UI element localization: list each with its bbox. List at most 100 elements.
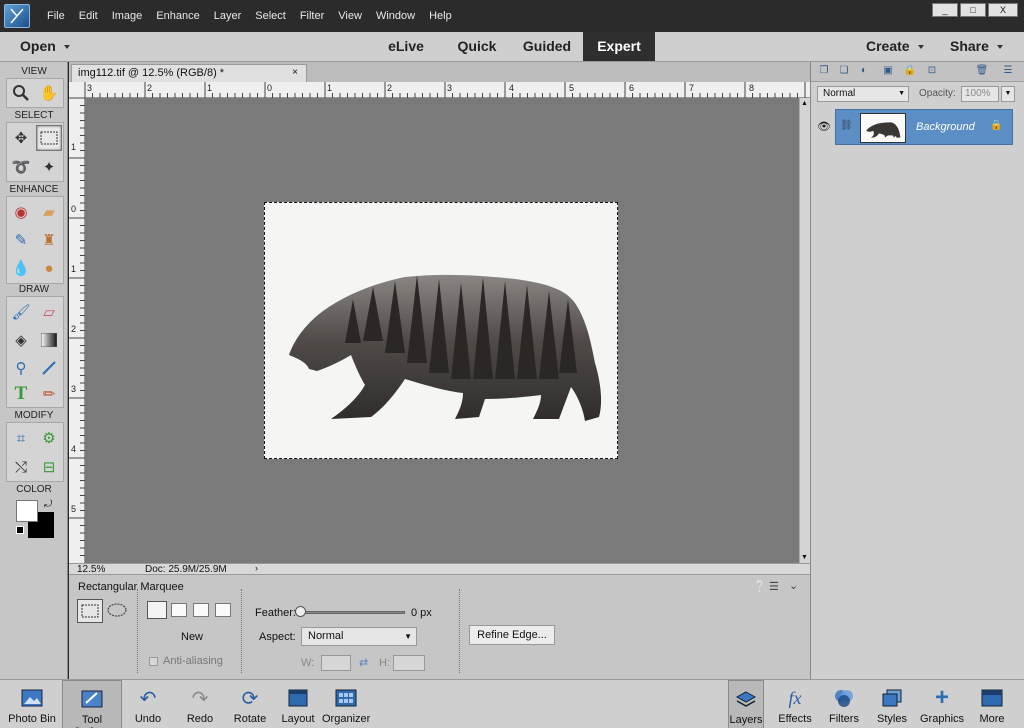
menu-filter[interactable]: Filter (293, 0, 331, 32)
feather-slider-track[interactable] (295, 611, 405, 614)
width-input[interactable] (321, 655, 351, 671)
collapse-chevron-icon[interactable]: ⌄ (789, 579, 798, 592)
menu-edit[interactable]: Edit (72, 0, 105, 32)
layers-button[interactable]: Layers (728, 680, 764, 728)
recompose-tool[interactable]: ⚙ (36, 425, 62, 451)
undo-button[interactable]: ↶ Undo (128, 680, 168, 728)
menu-help[interactable]: Help (422, 0, 459, 32)
filters-button[interactable]: Filters (824, 680, 864, 728)
lock-all-icon[interactable]: 🔒 (903, 65, 917, 77)
add-selection-button[interactable] (171, 603, 187, 617)
scroll-up-icon[interactable]: ▲ (801, 100, 808, 107)
tab-elive[interactable]: eLive (378, 32, 434, 61)
panel-menu-icon[interactable]: ☰ (1001, 65, 1015, 77)
share-button[interactable]: Share (950, 32, 1016, 61)
canvas-area[interactable] (85, 98, 799, 563)
zoom-tool[interactable] (8, 80, 34, 106)
tool-options-button[interactable]: Tool Options (62, 680, 122, 728)
crop-tool[interactable]: ⌗ (8, 425, 34, 451)
vertical-scrollbar[interactable]: ▲ ▼ (799, 98, 810, 563)
menu-image[interactable]: Image (105, 0, 150, 32)
ellipse-marquee-option[interactable] (105, 599, 131, 623)
height-input[interactable] (393, 655, 425, 671)
delete-layer-icon[interactable]: 🗑 (975, 65, 989, 77)
refine-edge-button[interactable]: Refine Edge... (469, 625, 555, 645)
document-image-selection[interactable] (264, 202, 618, 459)
rectangular-marquee-tool[interactable] (36, 125, 62, 151)
eyedropper-tool[interactable]: ⚲ (8, 355, 34, 381)
styles-button[interactable]: Styles (872, 680, 912, 728)
opacity-dropdown-icon[interactable]: ▼ (1001, 86, 1015, 102)
new-layer-icon[interactable]: ❐ (817, 65, 831, 77)
lock-transparent-icon[interactable]: ⊡ (925, 65, 939, 77)
new-group-icon[interactable]: ❏ (837, 65, 851, 77)
adjustment-layer-icon[interactable]: ◐ (857, 65, 871, 77)
panel-menu-icon[interactable]: ☰ (769, 580, 779, 593)
subtract-selection-button[interactable] (193, 603, 209, 617)
layer-row-background[interactable]: ⛓ Background 🔒 (835, 109, 1013, 145)
status-menu-icon[interactable]: › (255, 563, 258, 573)
swap-dimensions-icon[interactable]: ⇄ (359, 656, 368, 669)
swap-colors-icon[interactable]: ⤾ (44, 499, 52, 510)
healing-brush-tool[interactable]: ▰ (36, 199, 62, 225)
layer-mask-icon[interactable]: ▣ (881, 65, 895, 77)
menu-layer[interactable]: Layer (207, 0, 249, 32)
menu-window[interactable]: Window (369, 0, 422, 32)
tab-quick[interactable]: Quick (450, 32, 504, 61)
smart-brush-tool[interactable]: ✎ (8, 227, 34, 253)
pencil-tool[interactable]: ✏ (36, 381, 62, 407)
aspect-dropdown[interactable]: Normal ▼ (301, 627, 417, 646)
new-selection-button[interactable] (147, 601, 167, 619)
paint-bucket-tool[interactable]: ◈ (8, 327, 34, 353)
lasso-tool[interactable]: ➰ (8, 154, 34, 180)
help-icon[interactable]: ❔ (753, 580, 767, 593)
open-button[interactable]: Open (20, 32, 90, 61)
lock-icon[interactable]: 🔒 (990, 120, 1002, 131)
eraser-tool[interactable]: ▱ (36, 299, 62, 325)
feather-slider-thumb[interactable] (295, 606, 306, 617)
layout-button[interactable]: Layout (280, 680, 316, 728)
hand-tool[interactable]: ✋ (36, 80, 62, 106)
organizer-button[interactable]: Organizer (322, 680, 370, 728)
blur-tool[interactable]: 💧 (8, 255, 34, 281)
create-button[interactable]: Create (866, 32, 936, 61)
brush-tool[interactable]: 🖌 (8, 299, 34, 325)
tab-guided[interactable]: Guided (516, 32, 578, 61)
tab-expert[interactable]: Expert (583, 32, 655, 61)
menu-select[interactable]: Select (248, 0, 293, 32)
blend-mode-dropdown[interactable]: Normal ▼ (817, 86, 909, 102)
gradient-tool[interactable] (36, 327, 62, 353)
red-eye-tool[interactable]: ◉ (8, 199, 34, 225)
quick-selection-tool[interactable]: ✦ (36, 154, 62, 180)
menu-enhance[interactable]: Enhance (149, 0, 206, 32)
link-icon[interactable]: ⛓ (840, 120, 853, 131)
intersect-selection-button[interactable] (215, 603, 231, 617)
rotate-button[interactable]: ⟳ Rotate (228, 680, 272, 728)
anti-aliasing-checkbox[interactable] (149, 657, 158, 666)
opacity-input[interactable]: 100% (961, 86, 999, 102)
menu-view[interactable]: View (331, 0, 369, 32)
close-window-button[interactable]: X (988, 3, 1018, 17)
photo-bin-button[interactable]: Photo Bin (4, 680, 60, 728)
straighten-tool[interactable]: ⊟ (36, 454, 62, 480)
graphics-button[interactable]: + Graphics (920, 680, 964, 728)
minimize-button[interactable]: _ (932, 3, 958, 17)
content-aware-move-tool[interactable]: ⤭ (8, 454, 34, 480)
more-button[interactable]: More (972, 680, 1012, 728)
sponge-tool[interactable]: ● (36, 255, 62, 281)
type-tool[interactable]: T (8, 381, 34, 407)
document-tab[interactable]: img112.tif @ 12.5% (RGB/8) * × (71, 64, 307, 82)
clone-stamp-tool[interactable]: ♜ (36, 227, 62, 253)
rect-marquee-option[interactable] (77, 599, 103, 623)
menu-file[interactable]: File (40, 0, 72, 32)
redo-button[interactable]: ↷ Redo (180, 680, 220, 728)
default-colors-icon[interactable] (16, 526, 24, 534)
effects-button[interactable]: fx Effects (774, 680, 816, 728)
foreground-color-swatch[interactable] (16, 500, 38, 522)
visibility-eye-icon[interactable]: 👁 (817, 120, 831, 133)
line-tool[interactable] (36, 355, 62, 381)
scroll-down-icon[interactable]: ▼ (801, 554, 808, 561)
move-tool[interactable]: ✥ (8, 125, 34, 151)
maximize-button[interactable]: □ (960, 3, 986, 17)
close-tab-icon[interactable]: × (292, 65, 298, 81)
